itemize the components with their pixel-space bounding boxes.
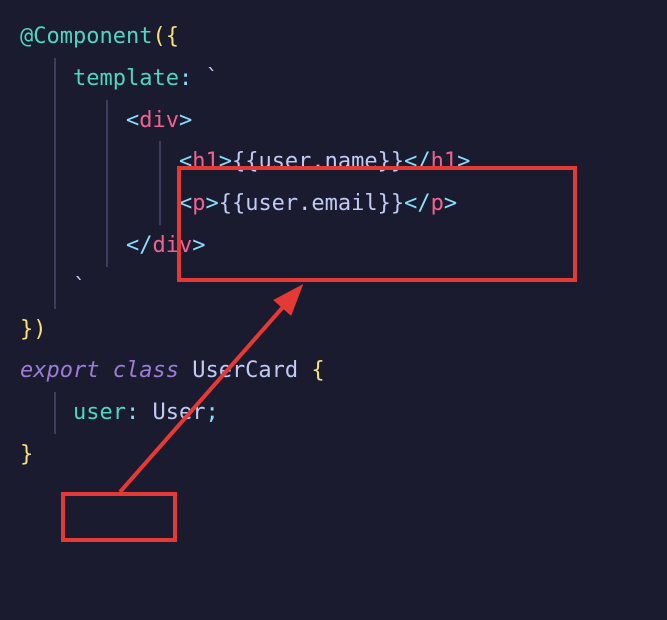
tag-token: h1	[192, 149, 219, 174]
code-line: <h1>{{user.name}}</h1>	[20, 141, 647, 183]
semicolon-token: ;	[205, 400, 218, 425]
brace-open: {	[311, 358, 324, 383]
field-token: user	[73, 400, 126, 425]
tag-token: div	[139, 108, 179, 133]
tag-token: h1	[431, 149, 458, 174]
code-line: }	[20, 434, 647, 476]
angle-token: </	[126, 233, 153, 258]
colon-token: :	[126, 400, 139, 425]
tag-token: p	[431, 191, 444, 216]
backtick-token: `	[73, 275, 86, 300]
space	[139, 400, 152, 425]
code-line: })	[20, 309, 647, 351]
code-snippet: @Component({ template: ` <div> <h1>{{use…	[0, 0, 667, 492]
angle-token: >	[205, 191, 218, 216]
code-line: template: `	[20, 58, 647, 100]
tag-token: div	[152, 233, 192, 258]
angle-token: </	[404, 149, 431, 174]
angle-token: >	[179, 108, 192, 133]
decorator-token: @Component	[20, 24, 152, 49]
interpolation-token: {{user.name}}	[232, 149, 404, 174]
angle-token: <	[126, 108, 139, 133]
angle-token: >	[219, 149, 232, 174]
classname-token: UserCard	[192, 358, 311, 383]
keyword-token: class	[113, 358, 192, 383]
code-line: `	[20, 267, 647, 309]
keyword-token: export	[20, 358, 113, 383]
brace-close: }	[20, 442, 33, 467]
angle-token: >	[444, 191, 457, 216]
backtick-token: `	[205, 66, 218, 91]
angle-token: </	[404, 191, 431, 216]
angle-token: >	[457, 149, 470, 174]
interpolation-token: {{user.email}}	[219, 191, 404, 216]
angle-token: <	[179, 149, 192, 174]
code-line: export class UserCard {	[20, 350, 647, 392]
code-line: <div>	[20, 100, 647, 142]
brace-close: })	[20, 317, 47, 342]
property-token: template	[73, 66, 179, 91]
type-token: User	[152, 400, 205, 425]
brace-open: ({	[152, 24, 179, 49]
code-line: </div>	[20, 225, 647, 267]
angle-token: >	[192, 233, 205, 258]
angle-token: <	[179, 191, 192, 216]
code-line: user: User;	[20, 392, 647, 434]
tag-token: p	[192, 191, 205, 216]
code-line: @Component({	[20, 16, 647, 58]
colon-token: :	[179, 66, 206, 91]
code-line: <p>{{user.email}}</p>	[20, 183, 647, 225]
annotation-box-field	[61, 492, 177, 542]
